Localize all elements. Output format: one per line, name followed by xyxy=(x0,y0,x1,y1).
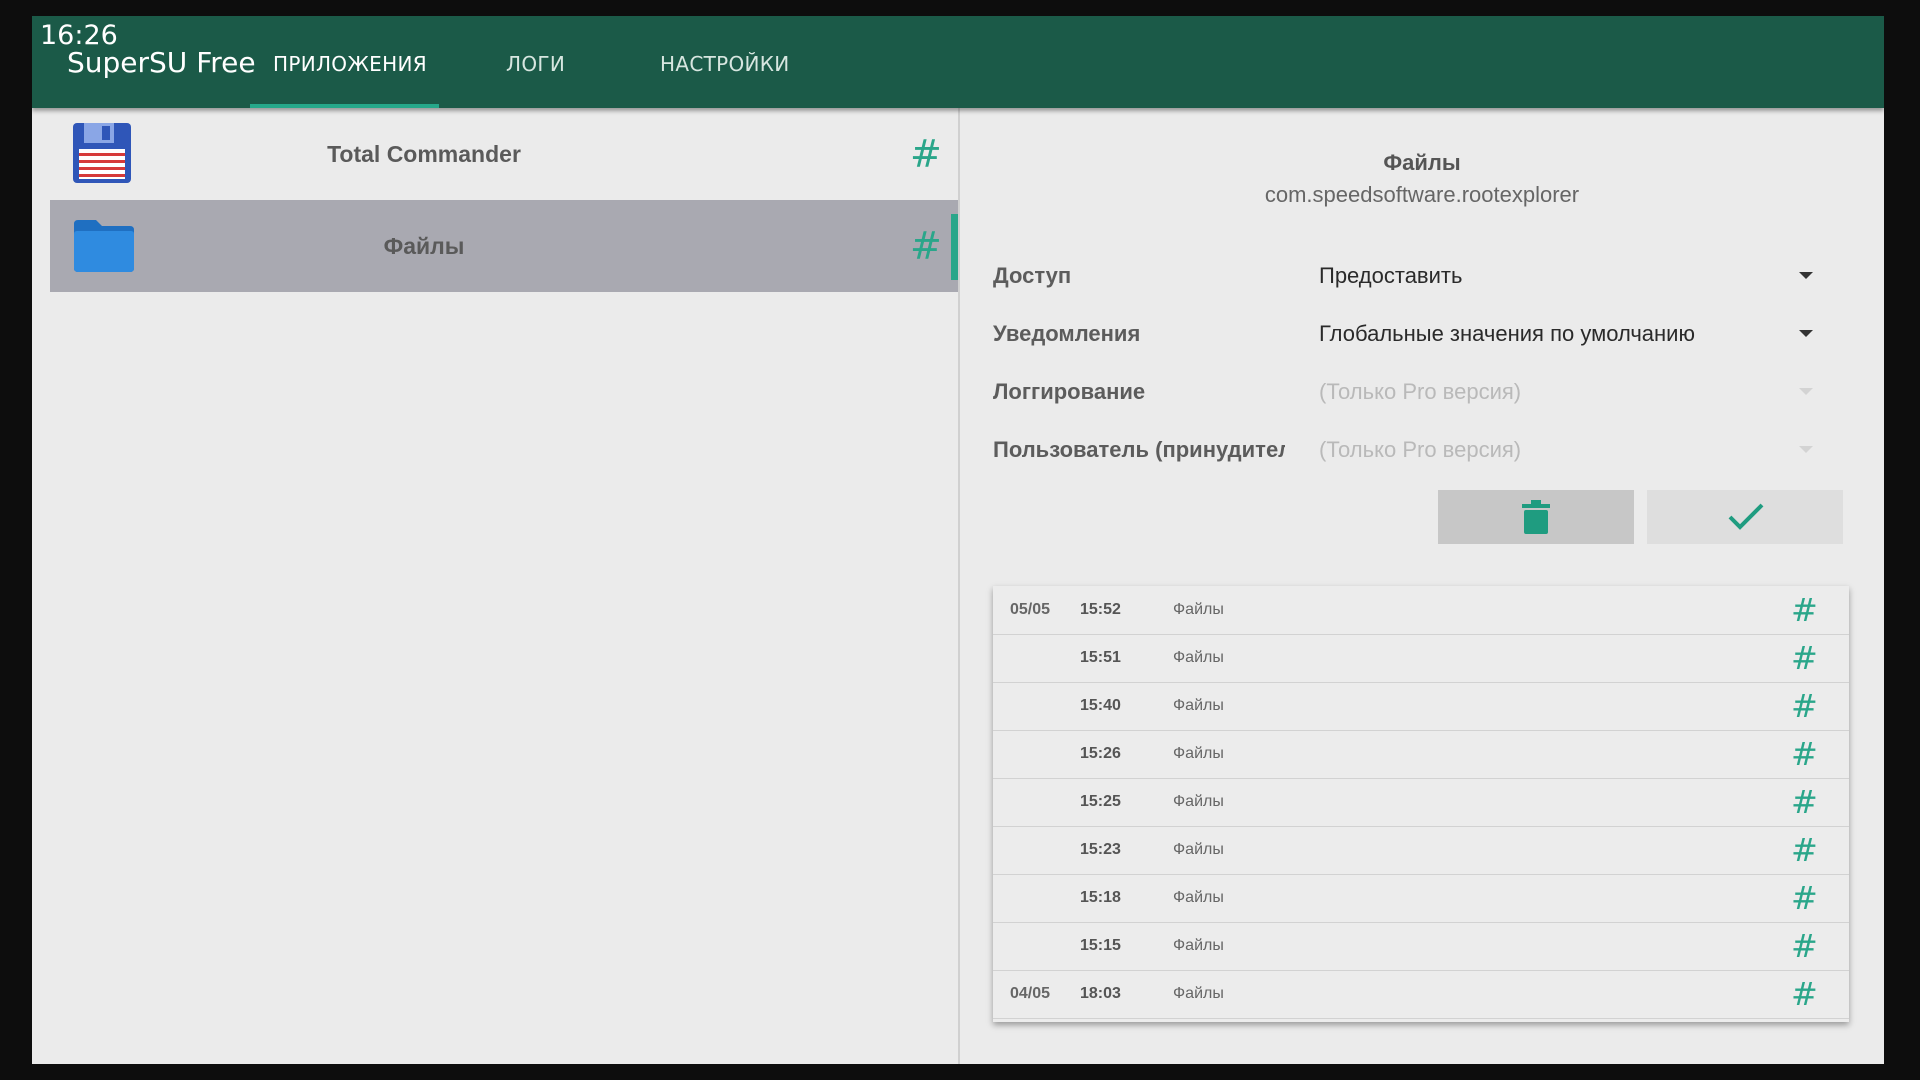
tab-apps[interactable]: ПРИЛОЖЕНИЯ xyxy=(273,52,427,76)
log-row[interactable]: 15:26 Файлы # xyxy=(993,730,1849,779)
active-tab-indicator xyxy=(250,104,439,108)
root-hash-icon: # xyxy=(1791,831,1818,869)
log-app-name: Файлы xyxy=(1173,697,1224,714)
tab-settings[interactable]: НАСТРОЙКИ xyxy=(660,52,790,76)
log-date: 05/05 xyxy=(1010,601,1051,618)
selection-indicator xyxy=(951,214,958,280)
app-name: Total Commander xyxy=(327,141,521,167)
log-time: 15:15 xyxy=(1080,937,1121,954)
log-date: 04/05 xyxy=(1010,985,1051,1002)
tab-logs[interactable]: ЛОГИ xyxy=(506,52,565,76)
app-bar: 16:26 SuperSU Free ПРИЛОЖЕНИЯ ЛОГИ НАСТР… xyxy=(32,16,1884,108)
notifications-label: Уведомления xyxy=(993,321,1141,346)
save-button[interactable] xyxy=(1647,490,1843,544)
logging-label: Логгирование xyxy=(993,379,1146,404)
log-app-name: Файлы xyxy=(1173,649,1224,666)
trash-icon xyxy=(1522,500,1550,534)
app-name: Файлы xyxy=(383,233,465,259)
log-app-name: Файлы xyxy=(1173,889,1224,906)
delete-button[interactable] xyxy=(1438,490,1634,544)
app-list: Total Commander # Файлы # xyxy=(32,108,960,1064)
app-list-item-total-commander[interactable]: Total Commander # xyxy=(50,108,958,200)
log-list: 05/05 15:52 Файлы # 15:51 Файлы # 15:40 … xyxy=(993,586,1849,1022)
root-hash-icon: # xyxy=(1791,591,1818,629)
root-hash-icon: # xyxy=(1791,735,1818,773)
chevron-down-icon xyxy=(1799,388,1813,395)
chevron-down-icon xyxy=(1799,446,1813,453)
log-app-name: Файлы xyxy=(1173,601,1224,618)
log-row[interactable]: 15:23 Файлы # xyxy=(993,826,1849,875)
root-hash-icon: # xyxy=(910,132,942,176)
log-time: 18:03 xyxy=(1080,985,1121,1002)
log-app-name: Файлы xyxy=(1173,745,1224,762)
log-row[interactable]: 15:51 Файлы # xyxy=(993,634,1849,683)
detail-package-name: com.speedsoftware.rootexplorer xyxy=(1264,182,1580,207)
user-label: Пользователь (принудительно) xyxy=(993,437,1285,462)
log-row[interactable]: 15:40 Файлы # xyxy=(993,682,1849,731)
app-list-item-files[interactable]: Файлы # xyxy=(50,200,958,292)
log-time: 15:40 xyxy=(1080,697,1121,714)
root-hash-icon: # xyxy=(1791,927,1818,965)
log-row[interactable]: 15:15 Файлы # xyxy=(993,922,1849,971)
root-hash-icon: # xyxy=(1791,975,1818,1013)
log-time: 15:26 xyxy=(1080,745,1121,762)
root-hash-icon: # xyxy=(1791,879,1818,917)
detail-app-name: Файлы xyxy=(1383,150,1461,175)
access-label: Доступ xyxy=(993,263,1072,288)
log-time: 15:25 xyxy=(1080,793,1121,810)
log-app-name: Файлы xyxy=(1173,841,1224,858)
device-screen: 16:26 SuperSU Free ПРИЛОЖЕНИЯ ЛОГИ НАСТР… xyxy=(32,16,1884,1064)
root-hash-icon: # xyxy=(1791,639,1818,677)
user-dropdown: (Только Pro версия) xyxy=(1319,437,1522,462)
log-app-name: Файлы xyxy=(1173,937,1224,954)
chevron-down-icon[interactable] xyxy=(1799,330,1813,337)
chevron-down-icon[interactable] xyxy=(1799,272,1813,279)
log-time: 15:18 xyxy=(1080,889,1121,906)
log-row[interactable]: 15:25 Файлы # xyxy=(993,778,1849,827)
root-hash-icon: # xyxy=(1791,783,1818,821)
log-app-name: Файлы xyxy=(1173,985,1224,1002)
notifications-dropdown[interactable]: Глобальные значения по умолчанию xyxy=(1319,321,1695,347)
logging-dropdown: (Только Pro версия) xyxy=(1319,379,1522,404)
log-time: 15:51 xyxy=(1080,649,1121,666)
root-hash-icon: # xyxy=(1791,687,1818,725)
log-row[interactable]: 15:18 Файлы # xyxy=(993,874,1849,923)
log-time: 15:23 xyxy=(1080,841,1121,858)
log-row[interactable]: 04/05 18:03 Файлы # xyxy=(993,970,1849,1019)
root-hash-icon: # xyxy=(910,224,942,268)
log-row[interactable]: 05/05 15:52 Файлы # xyxy=(993,586,1849,635)
app-title: SuperSU Free xyxy=(67,46,256,79)
log-app-name: Файлы xyxy=(1173,793,1224,810)
check-icon xyxy=(1728,503,1764,530)
log-time: 15:52 xyxy=(1080,601,1121,618)
app-detail-panel: Файлы com.speedsoftware.rootexplorer Дос… xyxy=(960,108,1884,1064)
access-dropdown[interactable]: Предоставить xyxy=(1319,263,1462,289)
